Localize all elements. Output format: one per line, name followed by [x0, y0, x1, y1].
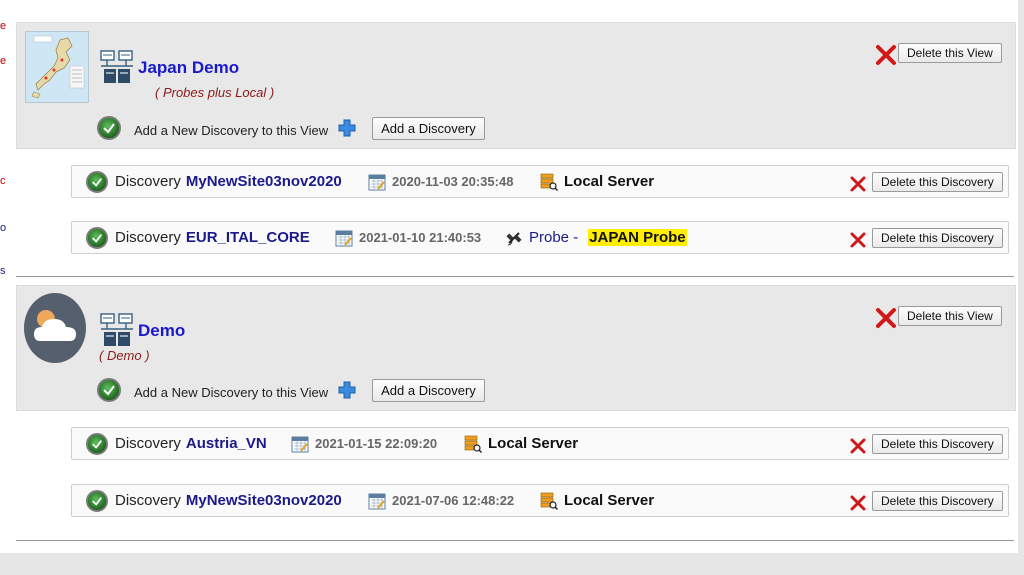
delete-discovery-icon[interactable]: [850, 438, 866, 454]
probe-label: Probe -: [529, 229, 579, 246]
section-divider: [16, 540, 1014, 541]
discovery-row: Discovery MyNewSite03nov2020 2021-07-06 …: [71, 484, 1009, 517]
calendar-icon: [368, 493, 386, 509]
local-server-icon: [540, 173, 558, 191]
delete-discovery-icon[interactable]: [850, 232, 866, 248]
discovery-name-link[interactable]: MyNewSite03nov2020: [186, 173, 342, 190]
delete-view-icon[interactable]: [875, 44, 897, 66]
discovery-name-link[interactable]: EUR_ITAL_CORE: [186, 229, 310, 246]
discovery-radar-icon: [97, 377, 121, 402]
calendar-icon: [335, 230, 353, 246]
probe-name: JAPAN Probe: [588, 229, 687, 246]
delete-view-button[interactable]: Delete this View: [898, 43, 1002, 63]
discovery-radar-icon: [97, 115, 121, 140]
discovery-name-link[interactable]: MyNewSite03nov2020: [186, 492, 342, 509]
clipped-text: s: [0, 265, 6, 277]
add-discovery-text: Add a New Discovery to this View: [134, 123, 329, 138]
add-discovery-button[interactable]: Add a Discovery: [372, 379, 485, 402]
section-divider: [16, 276, 1014, 277]
views-content: Japan Demo ( Probes plus Local ) Add a N…: [6, 0, 1018, 553]
japan-map-icon: [25, 31, 89, 103]
delete-view-button[interactable]: Delete this View: [898, 306, 1002, 326]
local-server-icon: [464, 435, 482, 453]
view-panel: Japan Demo ( Probes plus Local ) Add a N…: [16, 22, 1016, 149]
view-title[interactable]: Demo: [138, 321, 185, 341]
delete-discovery-icon[interactable]: [850, 176, 866, 192]
discovery-radar-icon: [86, 226, 108, 249]
discovery-label: Discovery: [115, 229, 181, 246]
discovery-date: 2021-07-06 12:48:22: [392, 493, 515, 508]
cloud-weather-icon: [24, 293, 86, 363]
discovery-label: Discovery: [115, 492, 181, 509]
view-subtitle: ( Demo ): [99, 348, 150, 363]
network-view-icon: [100, 313, 133, 346]
view-subtitle: ( Probes plus Local ): [155, 85, 275, 100]
discovery-date: 2021-01-15 22:09:20: [315, 436, 438, 451]
plus-icon[interactable]: [338, 119, 356, 137]
discovery-date: 2021-01-10 21:40:53: [359, 230, 482, 245]
discovery-radar-icon: [86, 489, 108, 512]
discovery-radar-icon: [86, 170, 108, 193]
discovery-row: Discovery EUR_ITAL_CORE 2021-01-10 21:40…: [71, 221, 1009, 254]
discovery-label: Discovery: [115, 435, 181, 452]
add-discovery-row: Add a New Discovery to this View Add a D…: [97, 115, 485, 140]
satellite-probe-icon: [506, 231, 522, 245]
view-title[interactable]: Japan Demo: [138, 58, 239, 78]
server-name: Local Server: [564, 492, 655, 509]
add-discovery-button[interactable]: Add a Discovery: [372, 117, 485, 140]
discovery-radar-icon: [86, 432, 108, 455]
discovery-row: Discovery Austria_VN 2021-01-15 22:09:20…: [71, 427, 1009, 460]
discovery-date: 2020-11-03 20:35:48: [392, 174, 514, 189]
delete-discovery-button[interactable]: Delete this Discovery: [872, 228, 1003, 248]
calendar-icon: [291, 436, 309, 452]
view-panel: Demo ( Demo ) Add a New Discovery to thi…: [16, 285, 1016, 411]
network-view-icon: [100, 50, 133, 83]
discovery-label: Discovery: [115, 173, 181, 190]
local-server-icon: [540, 492, 558, 510]
discovery-name-link[interactable]: Austria_VN: [186, 435, 267, 452]
add-discovery-text: Add a New Discovery to this View: [134, 385, 329, 400]
server-name: Local Server: [488, 435, 579, 452]
delete-discovery-icon[interactable]: [850, 495, 866, 511]
add-discovery-row: Add a New Discovery to this View Add a D…: [97, 377, 485, 402]
clipped-text: c: [0, 175, 6, 187]
delete-discovery-button[interactable]: Delete this Discovery: [872, 172, 1003, 192]
delete-discovery-button[interactable]: Delete this Discovery: [872, 491, 1003, 511]
delete-view-icon[interactable]: [875, 307, 897, 329]
delete-discovery-button[interactable]: Delete this Discovery: [872, 434, 1003, 454]
discovery-row: Discovery MyNewSite03nov2020 2020-11-03 …: [71, 165, 1009, 198]
calendar-icon: [368, 174, 386, 190]
server-name: Local Server: [564, 173, 655, 190]
plus-icon[interactable]: [338, 381, 356, 399]
